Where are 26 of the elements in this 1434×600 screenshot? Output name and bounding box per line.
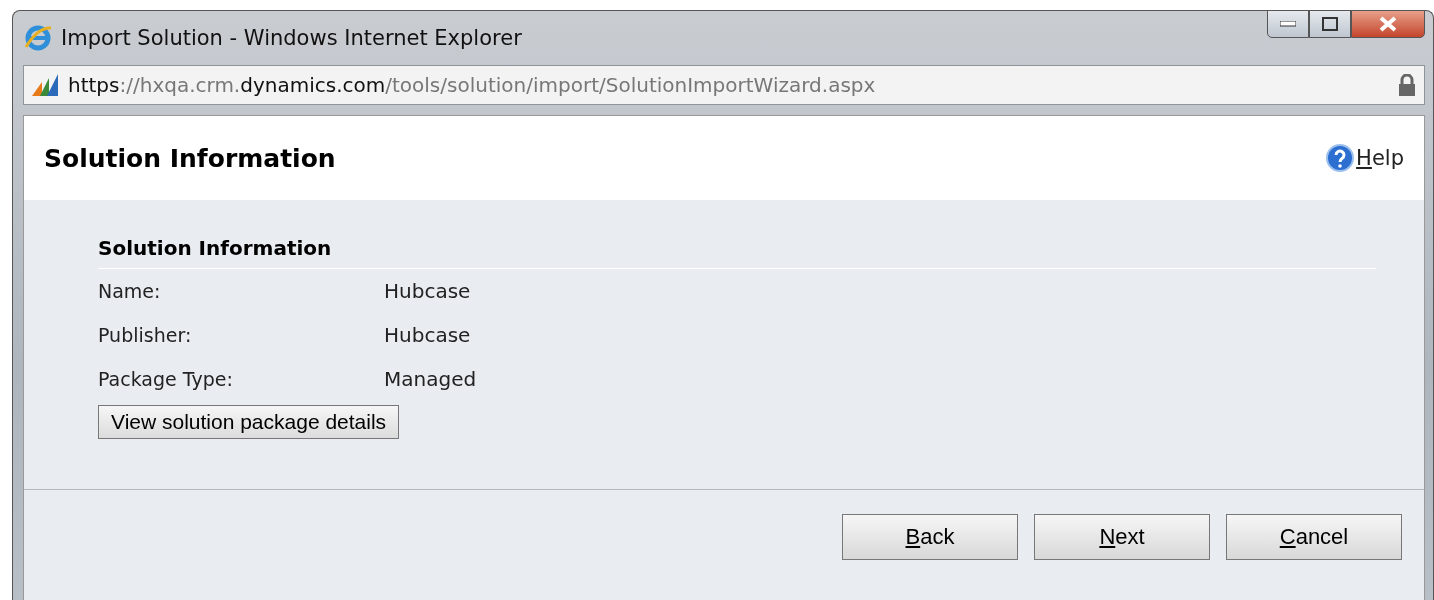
logo-icon xyxy=(32,74,60,96)
url-text: https://hxqa.crm.dynamics.com/tools/solution/import/SolutionImportWizard.aspx xyxy=(68,73,877,97)
field-value: Hubcase xyxy=(384,279,471,303)
wizard-button[interactable]: Back xyxy=(842,514,1018,560)
minimize-button[interactable] xyxy=(1267,10,1309,38)
page-title: Solution Information xyxy=(44,143,337,173)
close-icon xyxy=(1379,16,1397,32)
field-value: Managed xyxy=(384,367,477,391)
help-link[interactable]: Help xyxy=(1326,144,1404,172)
wizard-button[interactable]: Next xyxy=(1034,514,1210,560)
maximize-icon xyxy=(1322,17,1338,31)
lock-icon xyxy=(1398,74,1416,96)
address-bar[interactable]: https://hxqa.crm.dynamics.com/tools/solution/import/SolutionImportWizard.aspx xyxy=(23,65,1425,105)
minimize-icon xyxy=(1280,21,1296,27)
field-label: Package Type: xyxy=(98,368,234,390)
field-label: Name: xyxy=(98,280,162,302)
window-title: Import Solution - Windows Internet Explorer xyxy=(61,26,523,50)
field-value: Hubcase xyxy=(384,323,471,347)
maximize-button[interactable] xyxy=(1309,10,1351,38)
browser-logo-icon xyxy=(23,23,53,53)
section-heading: Solution Information xyxy=(98,236,1376,269)
close-button[interactable] xyxy=(1351,10,1425,38)
help-icon xyxy=(1326,144,1355,172)
field-label: Publisher: xyxy=(98,324,193,346)
wizard-button[interactable]: Cancel xyxy=(1226,514,1402,560)
details-button[interactable]: View solution package details xyxy=(98,405,400,439)
